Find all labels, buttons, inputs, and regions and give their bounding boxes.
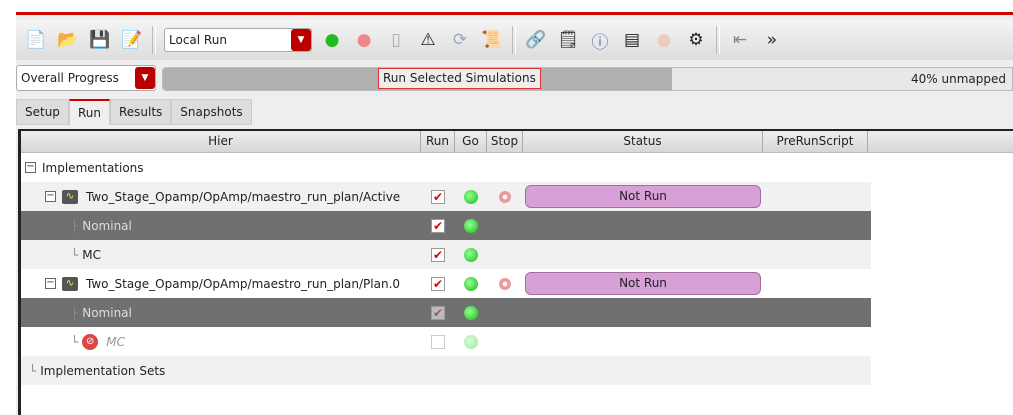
- info-icon[interactable]: ⓘ: [588, 28, 612, 53]
- run-checkbox[interactable]: ✔: [431, 247, 445, 262]
- run-checkbox[interactable]: [431, 334, 445, 349]
- column-header-stop[interactable]: Stop: [487, 131, 523, 152]
- table-row[interactable]: − ∿ Two_Stage_Opamp/OpAmp/maestro_run_plan…: [21, 182, 871, 211]
- run-mode-select[interactable]: Local Run ▼: [164, 28, 312, 52]
- undo-icon[interactable]: ●: [652, 28, 676, 52]
- run-checkbox[interactable]: ✔: [431, 305, 445, 320]
- tab-bar: Setup Run Results Snapshots: [16, 99, 252, 125]
- table-row[interactable]: − ∿ Two_Stage_Opamp/OpAmp/maestro_run_plan…: [21, 269, 871, 298]
- netlist-icon[interactable]: 📜: [480, 28, 504, 52]
- save-icon[interactable]: 💾: [88, 28, 112, 52]
- progress-text: 40% unmapped: [911, 72, 1006, 86]
- run-tree-table: Hier Run Go Stop Status PreRunScript − Im…: [18, 129, 1013, 415]
- indent-icon[interactable]: ⇤: [728, 28, 752, 52]
- run-mode-value: Local Run: [169, 33, 227, 47]
- row-label: Nominal: [82, 305, 132, 320]
- stop-icon[interactable]: [499, 277, 511, 290]
- run-simulation-icon[interactable]: ●: [320, 28, 344, 52]
- run-checkbox[interactable]: ✔: [431, 218, 445, 233]
- column-header-status[interactable]: Status: [523, 131, 763, 152]
- new-file-icon[interactable]: 📄: [24, 28, 48, 52]
- row-label: MC: [106, 334, 125, 349]
- collapse-icon[interactable]: −: [45, 278, 56, 289]
- table-row[interactable]: └ MC ✔: [21, 240, 871, 269]
- column-header-hier[interactable]: Hier: [21, 131, 421, 152]
- column-header-prerunscript[interactable]: PreRunScript: [763, 131, 868, 152]
- collapse-icon[interactable]: −: [45, 191, 56, 202]
- go-icon[interactable]: [464, 189, 478, 204]
- go-icon[interactable]: [464, 305, 478, 320]
- progress-row: Overall Progress ▼ 40% unmapped Run Sele…: [16, 65, 1013, 92]
- tree-branch: ├: [71, 305, 79, 320]
- notes-icon[interactable]: 🗒: [556, 28, 580, 52]
- row-label: Implementation Sets: [40, 363, 166, 378]
- table-row[interactable]: ├ Nominal ✔: [21, 298, 871, 327]
- tree-branch: ├: [71, 218, 79, 233]
- tree-branch: └: [71, 247, 79, 262]
- stop-simulation-icon[interactable]: ●: [352, 28, 376, 52]
- toolbar-separator: [152, 26, 156, 54]
- refresh-icon[interactable]: ⟳: [448, 28, 472, 52]
- column-header-go[interactable]: Go: [455, 131, 487, 152]
- toolbar-separator: [716, 26, 720, 54]
- row-label: Nominal: [82, 218, 132, 233]
- document-cursor-icon[interactable]: ▯: [384, 28, 408, 52]
- tooltip: Run Selected Simulations: [378, 68, 541, 89]
- progress-selector-value: Overall Progress: [21, 71, 119, 85]
- progress-bar: 40% unmapped: [162, 67, 1013, 91]
- run-checkbox[interactable]: ✔: [431, 276, 445, 291]
- tab-run[interactable]: Run: [68, 99, 110, 125]
- status-badge: Not Run: [525, 272, 761, 295]
- chevron-down-icon[interactable]: ▼: [135, 67, 155, 89]
- tab-setup[interactable]: Setup: [16, 99, 69, 125]
- progress-selector[interactable]: Overall Progress ▼: [16, 65, 156, 91]
- more-button[interactable]: »: [760, 28, 784, 52]
- implementation-icon: ∿: [62, 276, 78, 291]
- toolbar-separator: [512, 26, 516, 54]
- collapse-icon[interactable]: −: [25, 162, 36, 173]
- tab-snapshots[interactable]: Snapshots: [171, 99, 252, 125]
- go-icon[interactable]: [464, 276, 478, 291]
- go-icon[interactable]: [464, 247, 478, 262]
- warning-icon[interactable]: ⚠: [416, 28, 440, 52]
- windows-icon[interactable]: ▤: [620, 28, 644, 52]
- status-badge: Not Run: [525, 185, 761, 208]
- maestro-run-window: 📄 📂 💾 📝 Local Run ▼ ● ● ▯ ⚠ ⟳ 📜 🔗 🗒 ⓘ ▤ …: [16, 15, 1013, 415]
- table-row[interactable]: ├ Nominal ✔: [21, 211, 871, 240]
- table-header: Hier Run Go Stop Status PreRunScript: [21, 131, 1013, 153]
- link-icon[interactable]: 🔗: [524, 28, 548, 52]
- tab-results[interactable]: Results: [109, 99, 172, 125]
- column-header-run[interactable]: Run: [421, 131, 455, 152]
- tree-branch: └: [71, 334, 79, 349]
- table-row[interactable]: └ ⊘ MC: [21, 327, 871, 356]
- toolbar: 📄 📂 💾 📝 Local Run ▼ ● ● ▯ ⚠ ⟳ 📜 🔗 🗒 ⓘ ▤ …: [16, 20, 1013, 60]
- row-label: Two_Stage_Opamp/OpAmp/maestro_run_plan/P…: [86, 276, 401, 291]
- edit-icon[interactable]: 📝: [120, 28, 144, 52]
- go-icon[interactable]: [464, 334, 478, 349]
- row-label: Two_Stage_Opamp/OpAmp/maestro_run_plan/A…: [86, 189, 401, 204]
- stop-icon[interactable]: [499, 190, 511, 203]
- implementation-icon: ∿: [62, 189, 78, 204]
- open-folder-icon[interactable]: 📂: [56, 28, 80, 52]
- table-row[interactable]: └ Implementation Sets: [21, 356, 871, 385]
- table-row[interactable]: − Implementations: [21, 153, 871, 182]
- error-icon: ⊘: [82, 333, 99, 350]
- chevron-down-icon[interactable]: ▼: [291, 29, 311, 51]
- row-label: Implementations: [42, 160, 144, 175]
- row-label: MC: [82, 247, 101, 262]
- run-checkbox[interactable]: ✔: [431, 189, 445, 204]
- go-icon[interactable]: [464, 218, 478, 233]
- tree-branch: └: [29, 363, 37, 378]
- settings-icon[interactable]: ⚙: [684, 28, 708, 52]
